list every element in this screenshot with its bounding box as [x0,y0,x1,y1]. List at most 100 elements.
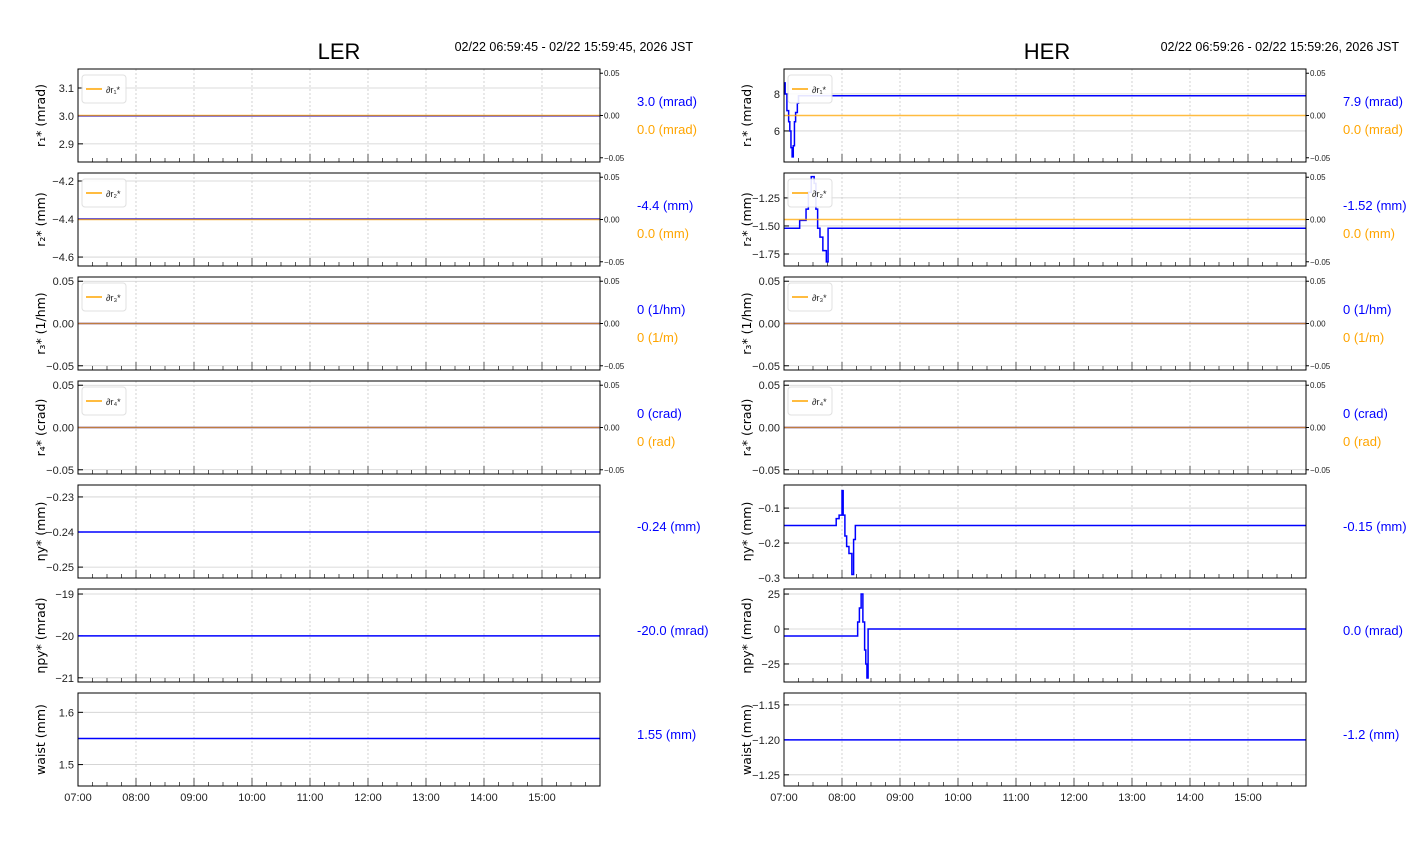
y-axis-label: r₁* (mrad) [739,84,754,147]
y-tick-label: 0.00 [53,423,74,435]
y-tick-label: 0.05 [53,380,74,392]
value-readout: -0.15 (mm) [1343,519,1407,534]
right-y-tick-label: −0.05 [1310,466,1331,475]
y-axis-label: r₁* (mrad) [33,84,48,147]
right-y-tick-label: 0.05 [604,381,620,390]
right-y-tick-label: −0.05 [604,466,625,475]
y-tick-label: −4.4 [52,214,74,226]
chart-subtitle: 02/22 06:59:26 - 02/22 15:59:26, 2026 JS… [1161,40,1400,54]
right-y-tick-label: −0.05 [1310,154,1331,163]
value-readout: 0 (rad) [1343,434,1381,449]
panel: −0.05 0.00 0.05 −0.05 0.00 0.05 ∂r₄* r₄* (crad)… [739,380,1388,477]
value-readout: 0.0 (mrad) [1343,623,1403,638]
y-tick-label: −0.05 [752,361,780,373]
y-tick-label: 2.9 [59,139,74,151]
x-tick-label: 12:00 [354,792,382,804]
y-axis-label: r₄* (crad) [739,399,754,457]
right-y-tick-label: 0.05 [1310,277,1326,286]
right-y-tick-label: −0.05 [1310,258,1331,267]
value-readout: 0 (1/hm) [637,302,685,317]
y-tick-label: −4.6 [52,252,74,264]
plot-frame [783,484,1307,579]
panel: −0.3 −0.2 −0.1 ηy* (mm) -0.15 (mm) [739,484,1407,585]
x-tick-label: 14:00 [1176,792,1204,804]
right-y-tick-label: −0.05 [604,154,625,163]
y-tick-label: 8 [774,89,780,101]
legend: ∂r₃* [81,282,127,312]
x-tick-label: 15:00 [528,792,556,804]
legend-label: ∂r₃* [812,293,827,303]
y-tick-label: 1.5 [59,760,74,772]
y-tick-label: 1.6 [59,707,74,719]
y-tick-label: 3.1 [59,83,74,95]
ler-chart: LER 02/22 06:59:45 - 02/22 15:59:45, 2026… [33,39,709,804]
x-tick-label: 08:00 [828,792,856,804]
x-tick-label: 07:00 [770,792,798,804]
right-y-tick-label: 0.05 [1310,381,1326,390]
y-axis-label: r₃* (1/hm) [33,292,48,354]
panel: −21 −20 −19 ηpy* (mrad) -20.0 (mrad) [33,588,709,685]
legend-label: ∂r₂* [812,189,827,199]
y-tick-label: −1.25 [752,770,780,782]
y-tick-label: 6 [774,126,780,138]
x-tick-label: 15:00 [1234,792,1262,804]
value-readout: -0.24 (mm) [637,519,701,534]
right-y-tick-label: 0.05 [604,277,620,286]
x-tick-label: 13:00 [412,792,440,804]
legend: ∂r₄* [81,386,127,416]
x-tick-label: 14:00 [470,792,498,804]
value-readout: 0 (1/m) [637,330,678,345]
y-tick-label: −0.2 [758,538,780,550]
value-readout: -1.2 (mm) [1343,727,1399,742]
panel: −1.25 −1.20 −1.15waist (mm) -1.2 (mm) 07:00 0… [739,692,1399,804]
right-y-tick-label: −0.05 [1310,362,1331,371]
y-tick-label: −0.05 [752,465,780,477]
panel: −0.05 0.00 0.05 −0.05 0.00 0.05 ∂r₃* r₃* (1/hm)… [739,276,1391,373]
y-axis-label: ηy* (mm) [33,502,48,562]
y-tick-label: −4.2 [52,176,74,188]
series-line-ηy* [784,489,1306,576]
legend: ∂r₁* [787,74,833,104]
right-y-tick-label: 0.00 [604,216,620,225]
panel: 1.5 1.6 waist (mm) 1.55 (mm) 07:00 08:00 09:00… [33,692,696,804]
legend: ∂r₃* [787,282,833,312]
chart-title: LER [318,39,361,64]
y-tick-label: −0.24 [46,527,74,539]
value-readout: 1.55 (mm) [637,727,696,742]
legend-label: ∂r₄* [812,397,827,407]
x-tick-label: 12:00 [1060,792,1088,804]
y-axis-label: ηpy* (mrad) [739,597,754,673]
legend: ∂r₁* [81,74,127,104]
panel: −0.25 −0.24 −0.23ηy* (mm) -0.24 (mm) [33,484,701,579]
value-readout: 0 (1/m) [1343,330,1384,345]
right-y-tick-label: 0.00 [1310,424,1326,433]
legend-label: ∂r₁* [812,85,826,95]
y-tick-label: −1.50 [752,221,780,233]
y-tick-label: 0 [774,624,780,636]
right-y-tick-label: 0.00 [1310,320,1326,329]
right-y-tick-label: 0.05 [1310,69,1326,78]
value-readout: 0 (1/hm) [1343,302,1391,317]
y-tick-label: 0.05 [759,380,780,392]
panel: 2.9 3.0 3.1 −0.05 0.00 0.05 ∂r₁* r₁* (mrad) 3.0 … [33,68,697,163]
y-tick-label: −1.20 [752,735,780,747]
value-readout: 0 (crad) [1343,406,1388,421]
y-axis-label: r₂* (mm) [739,192,754,246]
legend-label: ∂r₂* [106,189,121,199]
right-y-tick-label: −0.05 [604,258,625,267]
y-axis-label: ηy* (mm) [739,502,754,562]
x-tick-label: 10:00 [944,792,972,804]
y-tick-label: −0.23 [46,492,74,504]
y-axis-label: r₃* (1/hm) [739,292,754,354]
y-tick-label: 3.0 [59,111,74,123]
legend-label: ∂r₁* [106,85,120,95]
y-tick-label: 25 [768,589,780,601]
y-tick-label: −0.3 [758,573,780,585]
right-y-tick-label: 0.05 [604,69,620,78]
y-tick-label: −1.75 [752,249,780,261]
value-readout: 0.0 (mrad) [637,122,697,137]
value-readout: -1.52 (mm) [1343,198,1407,213]
y-tick-label: 0.00 [53,319,74,331]
value-readout: 0.0 (mm) [637,226,689,241]
y-tick-label: −0.05 [46,361,74,373]
